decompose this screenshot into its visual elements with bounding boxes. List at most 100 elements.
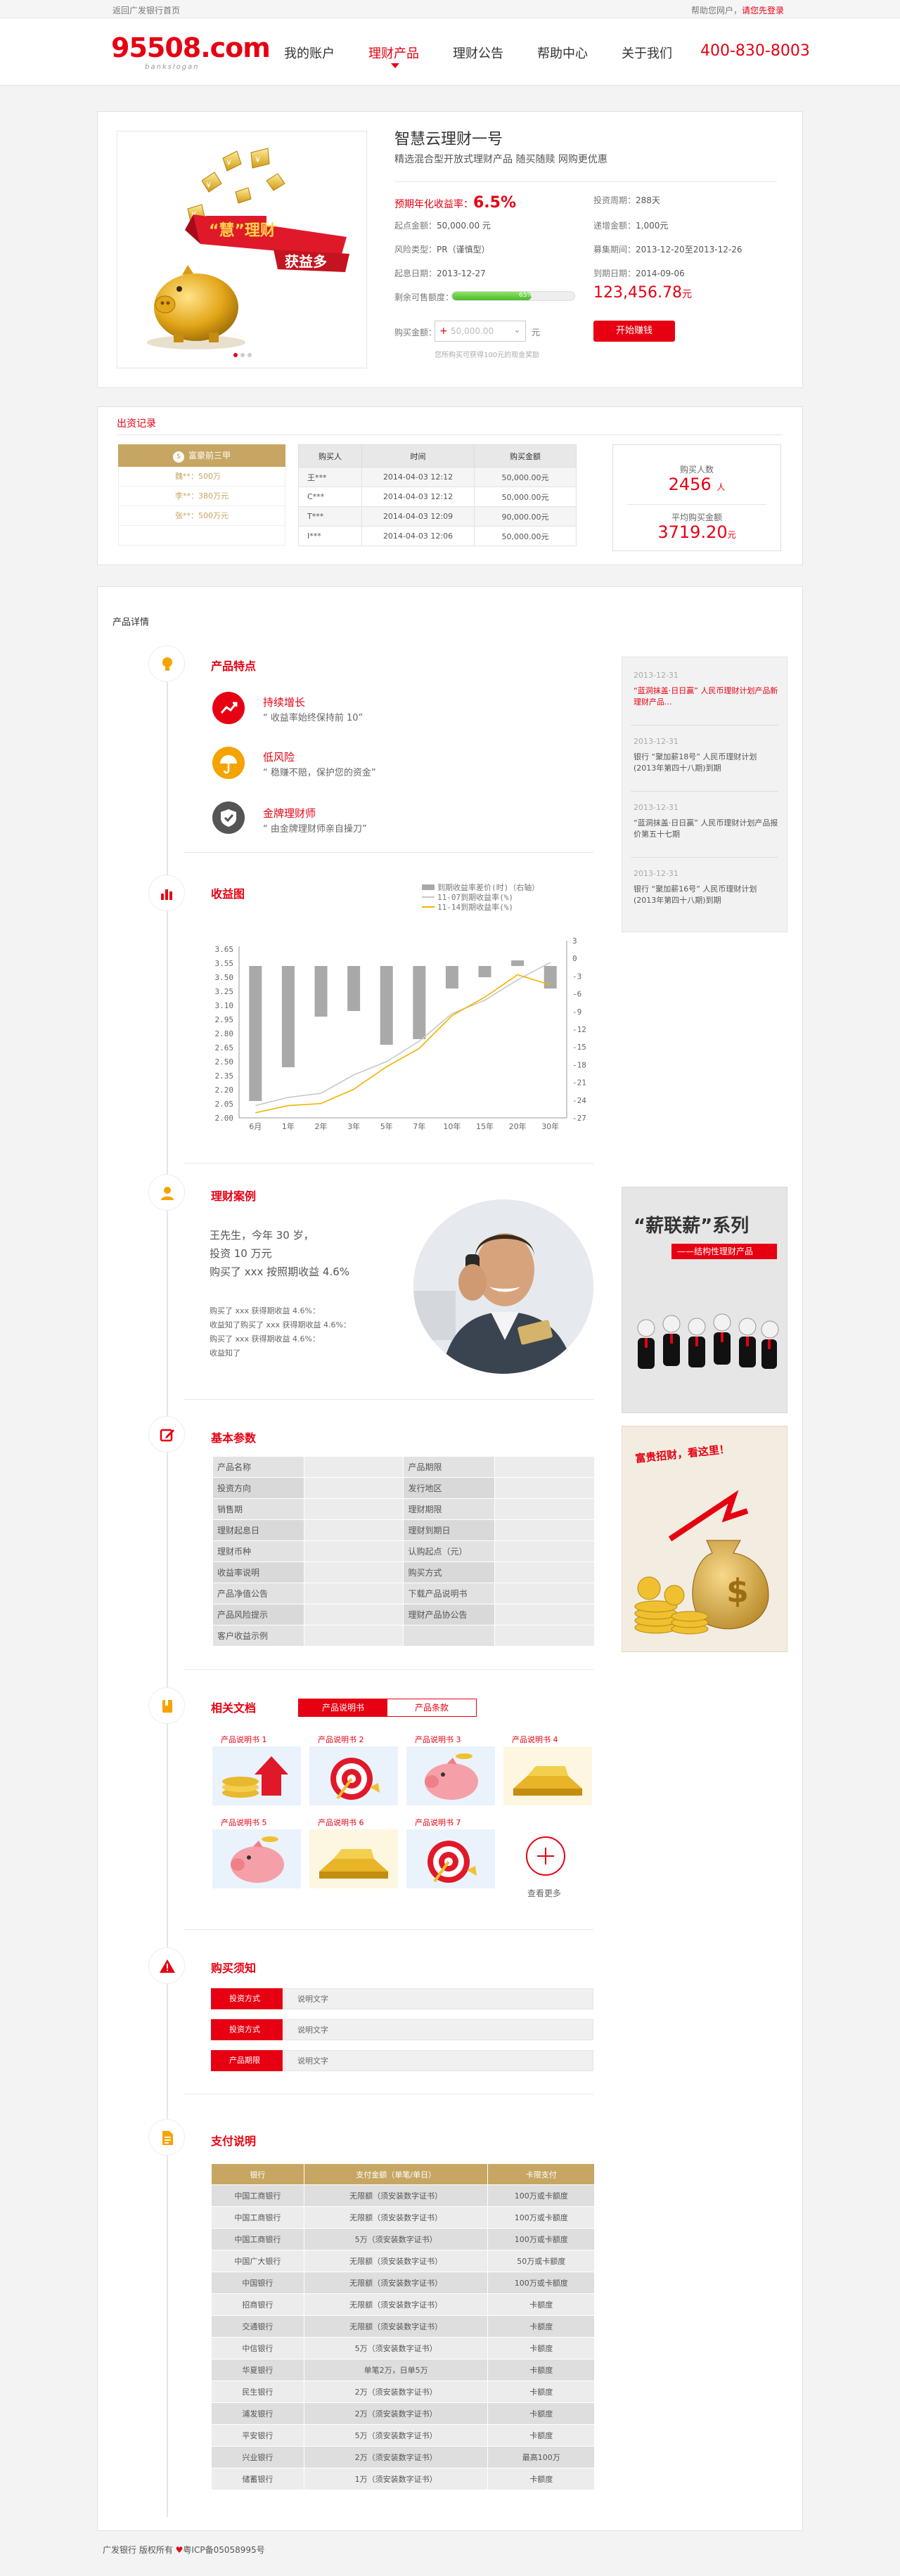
news-text[interactable]: “蓝洞抹盖·日日赢” 人民币理财计划产品新理财产品... bbox=[634, 686, 778, 707]
case-detail: 收益知了 bbox=[210, 1348, 240, 1358]
doc-thumbnail[interactable] bbox=[503, 1746, 592, 1805]
notice-value: 说明文字 bbox=[284, 1988, 593, 2009]
news-sidebar: 2013-12-31 “蓝洞抹盖·日日赢” 人民币理财计划产品新理财产品... 2… bbox=[622, 657, 788, 932]
param-value bbox=[494, 1561, 595, 1583]
gold-thumbnail-icon bbox=[309, 1829, 398, 1888]
pay-cell: 5万（须安装数字证书） bbox=[303, 2424, 489, 2447]
tab-terms[interactable]: 产品条款 bbox=[387, 1699, 476, 1716]
tab-manual[interactable]: 产品说明书 bbox=[299, 1699, 387, 1716]
features-title: 产品特点 bbox=[211, 659, 257, 673]
period-field: 投资周期：288天 bbox=[593, 194, 660, 206]
right-tick-label: -24 bbox=[572, 1096, 586, 1105]
login-link[interactable]: 请您先登录 bbox=[742, 6, 784, 15]
news-item[interactable]: 2013-12-31 “蓝洞抹盖·日日赢” 人民币理财计划产品报价第五十七期 bbox=[634, 802, 778, 840]
nav-my-account[interactable]: 我的账户 bbox=[284, 44, 335, 62]
pay-table: 银行 支付金额（单笔/单日） 卡限支付 中国工商银行 无限额（须安装数字证书） 100万或… bbox=[211, 2163, 595, 2490]
ad-salary-series[interactable]: “薪联薪”系列 ——结构性理财产品 bbox=[622, 1187, 788, 1413]
param-key bbox=[403, 1625, 496, 1647]
more-docs-label[interactable]: 查看更多 bbox=[527, 1887, 561, 1899]
minus-icon[interactable]: + bbox=[439, 326, 448, 337]
pay-cell: 100万或卡额度 bbox=[487, 2228, 595, 2250]
rate-label: 预期年化收益率： bbox=[394, 199, 473, 210]
param-value bbox=[303, 1498, 404, 1520]
x-tick-label: 15年 bbox=[476, 1121, 494, 1131]
params-title: 基本参数 bbox=[211, 1431, 257, 1445]
doc-thumbnail[interactable] bbox=[309, 1829, 398, 1888]
divider bbox=[627, 504, 766, 505]
pay-cell: 卡额度 bbox=[487, 2381, 595, 2403]
pay-cell: 1万（须安装数字证书） bbox=[303, 2468, 489, 2490]
news-item[interactable]: 2013-12-31 银行 “聚加薪18号” 人民币理财计划(2013年第四十八期… bbox=[634, 736, 778, 774]
doc-label[interactable]: 产品说明书 4 bbox=[512, 1734, 558, 1745]
spread-bar bbox=[249, 966, 262, 1101]
col-amount: 购买金额 bbox=[474, 444, 577, 468]
x-tick-label: 10年 bbox=[443, 1121, 461, 1131]
cell: 50,000.00元 bbox=[474, 487, 577, 507]
news-text[interactable]: 银行 “聚加薪18号” 人民币理财计划(2013年第四十八期)到期 bbox=[634, 752, 757, 773]
pay-cell: 无限额（须安装数字证书） bbox=[303, 2250, 489, 2272]
news-text[interactable]: 银行 “聚加薪16号” 人民币理财计划(2013年第四十八期)到期 bbox=[634, 884, 757, 905]
doc-label[interactable]: 产品说明书 5 bbox=[221, 1817, 267, 1828]
pay-cell: 无限额（须安装数字证书） bbox=[303, 2272, 489, 2294]
param-key: 产品净值公告 bbox=[212, 1583, 304, 1604]
table-row: T*** 2014-04-03 12:09 90,000.00元 bbox=[298, 506, 577, 527]
chevron-down-icon[interactable]: ⌄ bbox=[513, 325, 521, 335]
warning-icon bbox=[160, 1959, 175, 1973]
doc-label[interactable]: 产品说明书 1 bbox=[221, 1734, 267, 1745]
money-bag-coins-icon: $ bbox=[634, 1490, 769, 1635]
param-value bbox=[303, 1604, 404, 1625]
left-tick-label: 2.00 bbox=[215, 1114, 234, 1123]
pay-cell: 招商银行 bbox=[211, 2293, 304, 2316]
param-key: 理财期限 bbox=[403, 1498, 496, 1520]
notice-key: 投资方式 bbox=[211, 2019, 283, 2040]
field-value: 50,000.00 元 bbox=[437, 221, 491, 231]
news-date: 2013-12-31 bbox=[634, 671, 679, 680]
pay-cell: 卡额度 bbox=[487, 2468, 595, 2490]
doc-thumbnail[interactable] bbox=[212, 1829, 301, 1888]
doc-thumbnail[interactable] bbox=[406, 1829, 495, 1888]
doc-label[interactable]: 产品说明书 2 bbox=[318, 1734, 364, 1745]
news-item[interactable]: 2013-12-31 “蓝洞抹盖·日日赢” 人民币理财计划产品新理财产品... bbox=[634, 670, 778, 708]
doc-thumbnail[interactable] bbox=[406, 1746, 495, 1805]
divider bbox=[631, 725, 778, 726]
table-row: 平安银行 5万（须安装数字证书） 卡额度 bbox=[211, 2424, 595, 2447]
spread-bar bbox=[380, 966, 393, 1045]
pay-cell: 无限额（须安装数字证书） bbox=[303, 2184, 489, 2207]
news-text[interactable]: “蓝洞抹盖·日日赢” 人民币理财计划产品报价第五十七期 bbox=[634, 818, 778, 839]
param-key: 购买方式 bbox=[403, 1561, 496, 1583]
remaining-unit: 元 bbox=[681, 289, 692, 300]
nav-products[interactable]: 理财产品 bbox=[368, 44, 419, 62]
more-docs-button[interactable] bbox=[526, 1836, 565, 1876]
field-value: 2013-12-27 bbox=[437, 269, 486, 278]
spread-bars bbox=[249, 960, 557, 1101]
news-item[interactable]: 2013-12-31 银行 “聚加薪16号” 人民币理财计划(2013年第四十八期… bbox=[634, 868, 778, 906]
nav-help[interactable]: 帮助中心 bbox=[537, 44, 588, 62]
man-on-phone-icon bbox=[413, 1199, 593, 1374]
param-value bbox=[303, 1540, 404, 1562]
pay-cell: 卡额度 bbox=[487, 2293, 595, 2316]
pay-cell: 民生银行 bbox=[211, 2381, 304, 2403]
avg-label: 平均购买金额 bbox=[671, 513, 722, 522]
pig-thumbnail-icon bbox=[406, 1746, 495, 1805]
logo[interactable]: 95508.com bankslogan bbox=[111, 32, 271, 71]
amount-stepper[interactable]: + 50,000.00 ⌄ bbox=[435, 321, 526, 342]
doc-label[interactable]: 产品说明书 3 bbox=[415, 1734, 461, 1745]
back-home-link[interactable]: 返回广发银行首页 bbox=[112, 4, 180, 16]
news-date: 2013-12-31 bbox=[634, 737, 679, 746]
buy-button[interactable]: 开始赚钱 bbox=[593, 321, 675, 342]
doc-thumbnail[interactable] bbox=[212, 1746, 301, 1805]
feature-title: 持续增长 bbox=[263, 696, 306, 709]
doc-thumbnail[interactable] bbox=[309, 1746, 398, 1805]
nav-announcements[interactable]: 理财公告 bbox=[453, 44, 503, 62]
umbrella-icon bbox=[212, 747, 245, 779]
ad-fortune[interactable]: 富贵招财，看这里！ $ bbox=[622, 1426, 788, 1652]
nav-about[interactable]: 关于我们 bbox=[622, 44, 672, 62]
right-tick-label: -12 bbox=[572, 1025, 586, 1034]
param-key: 销售期 bbox=[212, 1498, 304, 1520]
news-date: 2013-12-31 bbox=[634, 869, 679, 878]
doc-label[interactable]: 产品说明书 7 bbox=[415, 1817, 461, 1828]
doc-label[interactable]: 产品说明书 6 bbox=[318, 1817, 364, 1828]
table-row: C*** 2014-04-03 12:12 50,000.00元 bbox=[298, 487, 577, 507]
spread-bar bbox=[511, 960, 525, 966]
pay-cell: 5万（须安装数字证书） bbox=[303, 2337, 489, 2359]
